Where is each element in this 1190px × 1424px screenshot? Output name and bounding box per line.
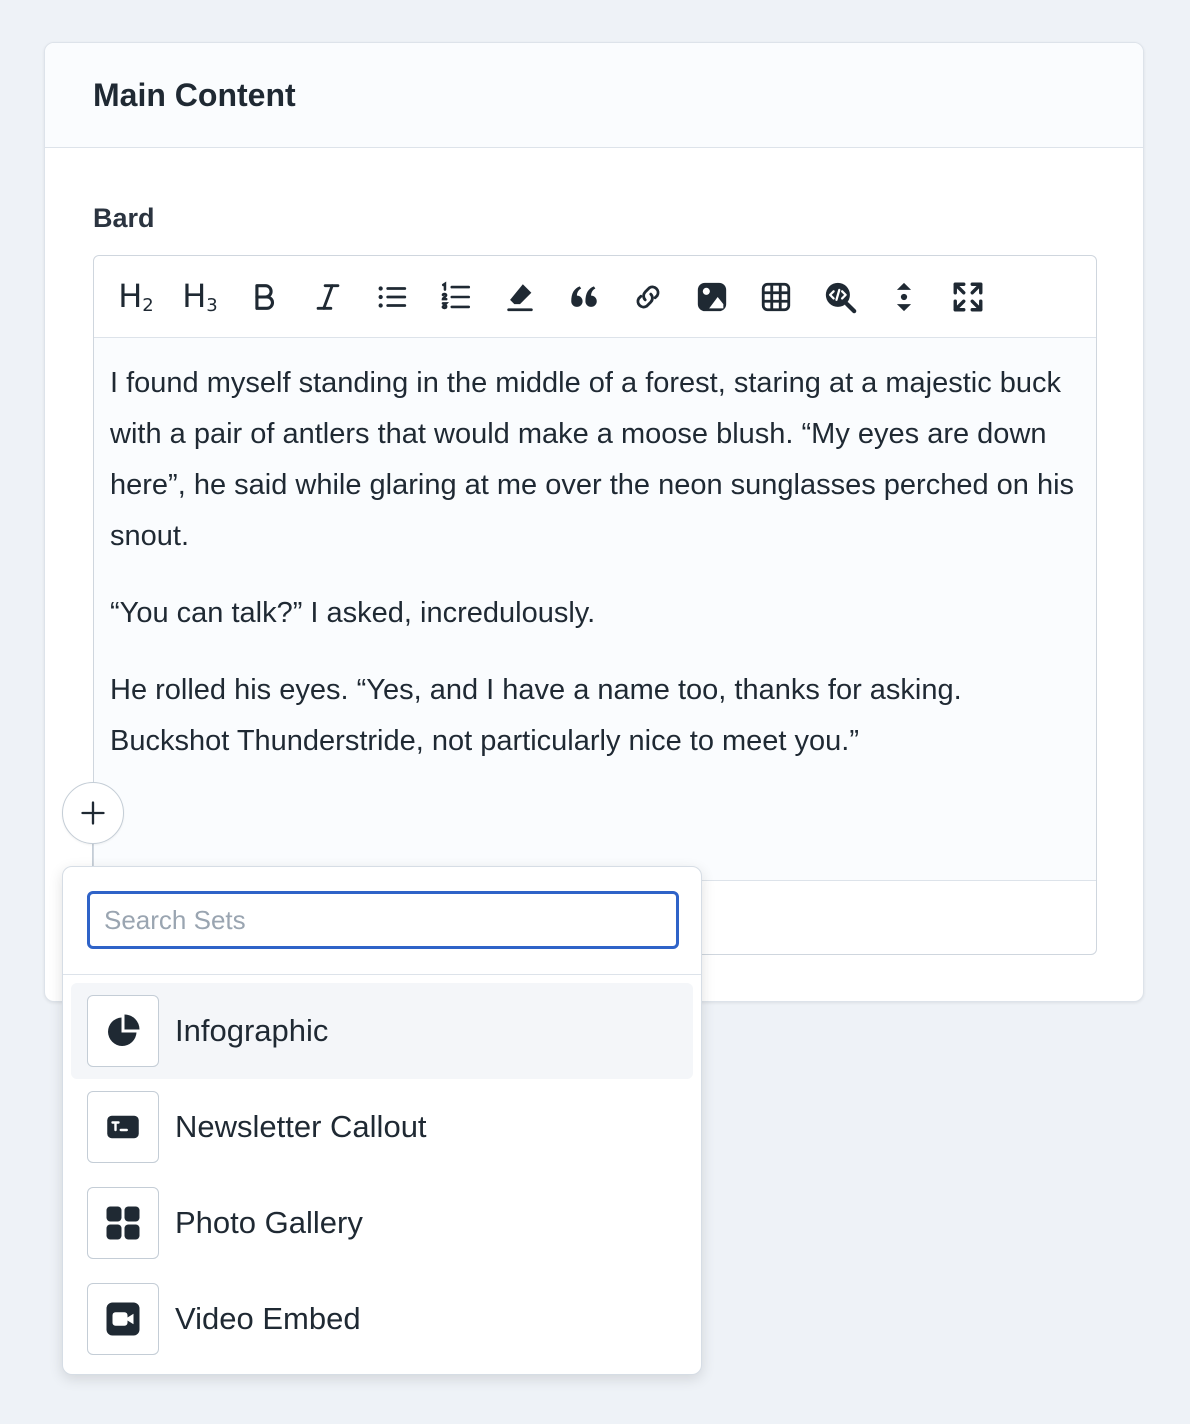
set-item-infographic[interactable]: Infographic xyxy=(71,983,693,1079)
table-button[interactable] xyxy=(752,273,800,321)
unordered-list-button[interactable] xyxy=(368,273,416,321)
set-item-newsletter-callout[interactable]: Newsletter Callout xyxy=(71,1079,693,1175)
fullscreen-icon xyxy=(953,282,983,311)
paragraph: He rolled his eyes. “Yes, and I have a n… xyxy=(110,674,962,757)
field-label: Bard xyxy=(93,203,155,233)
link-button[interactable] xyxy=(624,273,672,321)
quote-button[interactable] xyxy=(560,273,608,321)
paragraph: “You can talk?” I asked, incredulously. xyxy=(110,597,596,629)
paragraph: I found myself standing in the middle of… xyxy=(110,367,1075,552)
sets-popover: Infographic Newsletter Callout Photo Gal… xyxy=(62,866,702,1375)
link-icon xyxy=(636,285,660,308)
heading-2-icon: H2 xyxy=(118,277,154,316)
set-item-video-embed[interactable]: Video Embed xyxy=(71,1271,693,1367)
sets-list: Infographic Newsletter Callout Photo Gal… xyxy=(63,975,701,1367)
image-icon xyxy=(697,282,727,311)
ordered-list-icon xyxy=(441,280,471,309)
heading-2-button[interactable]: H2 xyxy=(112,273,160,321)
eraser-icon xyxy=(507,283,533,311)
italic-button[interactable] xyxy=(304,273,352,321)
video-icon xyxy=(106,1302,140,1336)
set-label: Infographic xyxy=(175,1013,329,1048)
fullscreen-button[interactable] xyxy=(944,273,992,321)
editor-content[interactable]: I found myself standing in the middle of… xyxy=(94,338,1096,881)
set-label: Video Embed xyxy=(175,1301,361,1336)
heading-3-icon: H3 xyxy=(182,277,218,316)
bard-editor: H2 H3 I found myself standing in the mid… xyxy=(93,255,1097,955)
plus-icon xyxy=(81,801,105,825)
grid-icon xyxy=(106,1206,140,1240)
expand-vertical-button[interactable] xyxy=(880,273,928,321)
table-icon xyxy=(761,282,791,311)
ordered-list-button[interactable] xyxy=(432,273,480,321)
italic-icon xyxy=(316,283,340,310)
set-icon-box xyxy=(87,1187,159,1259)
set-icon-box xyxy=(87,1091,159,1163)
quote-icon xyxy=(571,285,597,307)
bard-toolbar: H2 H3 xyxy=(94,256,1096,338)
add-set-connector xyxy=(92,844,93,866)
expand-vertical-icon xyxy=(896,282,912,311)
bold-button[interactable] xyxy=(240,273,288,321)
add-set-button[interactable] xyxy=(62,782,124,844)
remove-format-button[interactable] xyxy=(496,273,544,321)
code-search-button[interactable] xyxy=(816,273,864,321)
heading-3-button[interactable]: H3 xyxy=(176,273,224,321)
unordered-list-icon xyxy=(378,285,407,308)
set-label: Newsletter Callout xyxy=(175,1109,427,1144)
main-content-card: Main Content Bard H2 H3 I found myself s… xyxy=(44,42,1144,1002)
image-button[interactable] xyxy=(688,273,736,321)
set-item-photo-gallery[interactable]: Photo Gallery xyxy=(71,1175,693,1271)
set-label: Photo Gallery xyxy=(175,1205,363,1240)
set-icon-box xyxy=(87,1283,159,1355)
code-search-icon xyxy=(825,282,857,313)
card-header: Main Content xyxy=(45,43,1143,148)
set-icon-box xyxy=(87,995,159,1067)
terminal-icon xyxy=(107,1115,139,1139)
bold-icon xyxy=(255,283,274,310)
card-title: Main Content xyxy=(93,76,296,113)
pie-chart-icon xyxy=(108,1014,140,1046)
sets-search-wrap xyxy=(63,867,701,975)
search-sets-input[interactable] xyxy=(87,891,679,949)
